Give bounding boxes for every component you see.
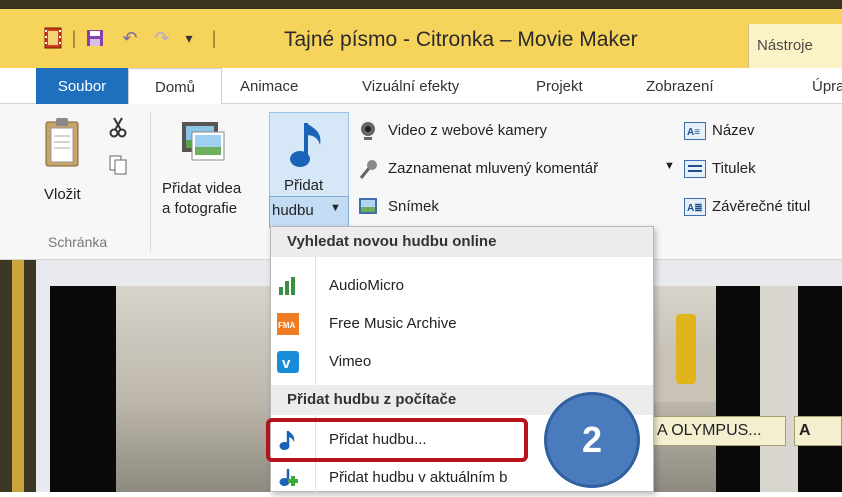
add-music-label-line2: hudbu	[272, 202, 314, 219]
tab-edit[interactable]: Úpra	[812, 68, 842, 104]
toolbar-divider: |	[71, 27, 77, 48]
add-music-dropdown-arrow[interactable]: hudbu ▼	[269, 196, 349, 228]
caption-button[interactable]: Titulek	[712, 160, 756, 177]
copy-icon[interactable]	[108, 154, 128, 181]
step-number-badge: 2	[544, 392, 640, 488]
tab-home[interactable]: Domů	[128, 68, 222, 105]
menu-item-label: AudioMicro	[329, 277, 405, 294]
paste-label: Vložit	[44, 186, 81, 203]
tab-visual-effects[interactable]: Vizuální efekty	[362, 68, 459, 104]
title-icon[interactable]: A≡	[684, 122, 706, 145]
contextual-tab-label: Nástroje	[757, 37, 813, 54]
menu-section-label: Přidat hudbu z počítače	[287, 391, 457, 408]
paste-button[interactable]	[44, 116, 80, 173]
save-icon[interactable]	[84, 24, 106, 52]
svg-text:FMA: FMA	[278, 321, 296, 330]
undo-icon[interactable]: ↶	[118, 24, 142, 52]
caption-icon[interactable]	[684, 160, 706, 183]
video-letterbox	[798, 286, 842, 492]
menu-section-label: Vyhledat novou hudbu online	[287, 233, 497, 250]
title-bar: | ↶ ↷ ▾ | Tajné písmo - Citronka – Movie…	[0, 0, 842, 68]
highlight-box	[266, 418, 528, 462]
toolbar-divider: |	[211, 27, 217, 48]
caption-clip[interactable]: A	[794, 416, 842, 446]
credits-button[interactable]: Závěrečné titul	[712, 198, 810, 215]
vimeo-icon: v	[277, 351, 299, 373]
music-note-icon	[288, 119, 330, 176]
customize-quick-access-icon[interactable]: ▾	[180, 24, 198, 52]
audiomicro-icon	[277, 275, 299, 297]
tab-file[interactable]: Soubor	[36, 68, 128, 104]
snapshot-button[interactable]: Snímek	[388, 198, 439, 215]
music-add-icon	[277, 467, 299, 489]
menu-item-label: Přidat hudbu v aktuálním b	[329, 469, 508, 486]
chevron-down-icon: ▼	[330, 202, 341, 214]
add-videos-photos-icon[interactable]	[180, 118, 226, 167]
menu-item-audiomicro[interactable]: AudioMicro	[271, 267, 653, 305]
svg-text:v: v	[282, 355, 291, 372]
video-scene-bottle	[676, 314, 696, 384]
record-narration-button[interactable]: Zaznamenat mluvený komentář	[388, 160, 598, 177]
svg-text:A≣: A≣	[687, 203, 703, 214]
app-icon[interactable]	[40, 24, 66, 52]
snapshot-icon[interactable]	[358, 196, 378, 221]
title-button[interactable]: Název	[712, 122, 755, 139]
menu-item-label: Free Music Archive	[329, 315, 457, 332]
svg-text:A≡: A≡	[687, 127, 700, 138]
cut-icon[interactable]	[108, 116, 128, 143]
window-title: Tajné písmo - Citronka – Movie Maker	[284, 28, 638, 51]
webcam-icon[interactable]	[358, 120, 378, 147]
tab-animations[interactable]: Animace	[240, 68, 298, 104]
webcam-video-button[interactable]: Video z webové kamery	[388, 122, 547, 139]
add-videos-label-line2: a fotografie	[162, 200, 238, 217]
credits-icon[interactable]: A≣	[684, 198, 706, 221]
microphone-icon[interactable]	[358, 158, 378, 185]
free-music-archive-icon: FMA	[277, 313, 299, 335]
tab-project[interactable]: Projekt	[536, 68, 583, 104]
clipboard-group-label: Schránka	[48, 234, 108, 250]
menu-item-vimeo[interactable]: v Vimeo	[271, 343, 653, 381]
menu-item-label: Vimeo	[329, 353, 372, 370]
ribbon-tab-row: Soubor Domů Animace Vizuální efekty Proj…	[0, 68, 842, 105]
group-separator	[150, 112, 151, 252]
tab-view[interactable]: Zobrazení	[646, 68, 714, 104]
contextual-tab-tools[interactable]: Nástroje	[748, 24, 842, 68]
add-music-label-line1: Přidat	[284, 177, 324, 194]
add-videos-label-line1: Přidat videa	[162, 180, 242, 197]
caption-clip[interactable]: A OLYMPUS...	[652, 416, 786, 446]
menu-section-online: Vyhledat novou hudbu online	[271, 227, 653, 257]
redo-icon[interactable]: ↷	[150, 24, 174, 52]
chevron-down-icon[interactable]: ▼	[664, 160, 675, 172]
step-number: 2	[581, 419, 603, 460]
menu-item-free-music-archive[interactable]: FMA Free Music Archive	[271, 305, 653, 343]
